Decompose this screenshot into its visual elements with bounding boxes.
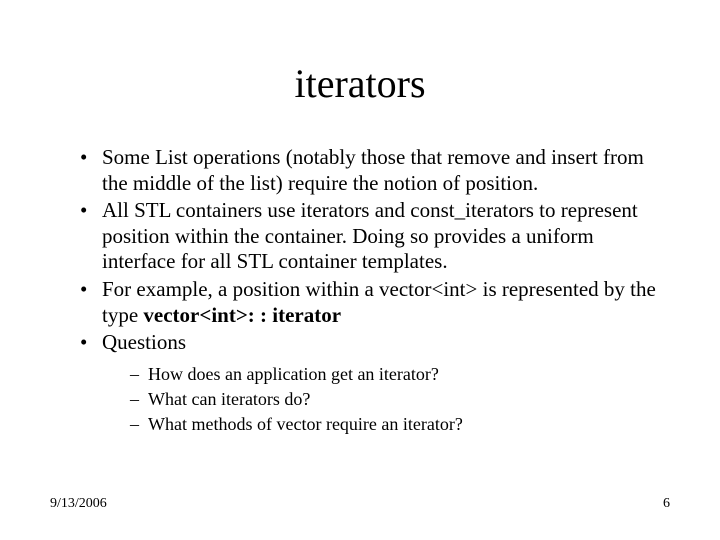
bullet-item: Some List operations (notably those that… xyxy=(80,145,670,196)
sub-bullet-text: What can iterators do? xyxy=(148,389,310,409)
bullet-text: Questions xyxy=(102,330,186,354)
bullet-list: Some List operations (notably those that… xyxy=(50,145,670,437)
slide: iterators Some List operations (notably … xyxy=(0,0,720,540)
bullet-text: Some List operations (notably those that… xyxy=(102,145,644,195)
sub-bullet-item: What can iterators do? xyxy=(130,387,670,411)
bullet-item: Questions How does an application get an… xyxy=(80,330,670,437)
bullet-item: All STL containers use iterators and con… xyxy=(80,198,670,275)
sub-bullet-list: How does an application get an iterator?… xyxy=(102,362,670,437)
sub-bullet-item: What methods of vector require an iterat… xyxy=(130,412,670,436)
sub-bullet-text: What methods of vector require an iterat… xyxy=(148,414,463,434)
bullet-text-bold: vector<int>: : iterator xyxy=(143,303,341,327)
footer: 9/13/2006 6 xyxy=(50,496,670,512)
bullet-item: For example, a position within a vector<… xyxy=(80,277,670,328)
sub-bullet-item: How does an application get an iterator? xyxy=(130,362,670,386)
footer-date: 9/13/2006 xyxy=(50,496,107,512)
slide-title: iterators xyxy=(50,60,670,107)
sub-bullet-text: How does an application get an iterator? xyxy=(148,364,439,384)
bullet-text: All STL containers use iterators and con… xyxy=(102,198,638,273)
footer-page-number: 6 xyxy=(663,496,670,512)
